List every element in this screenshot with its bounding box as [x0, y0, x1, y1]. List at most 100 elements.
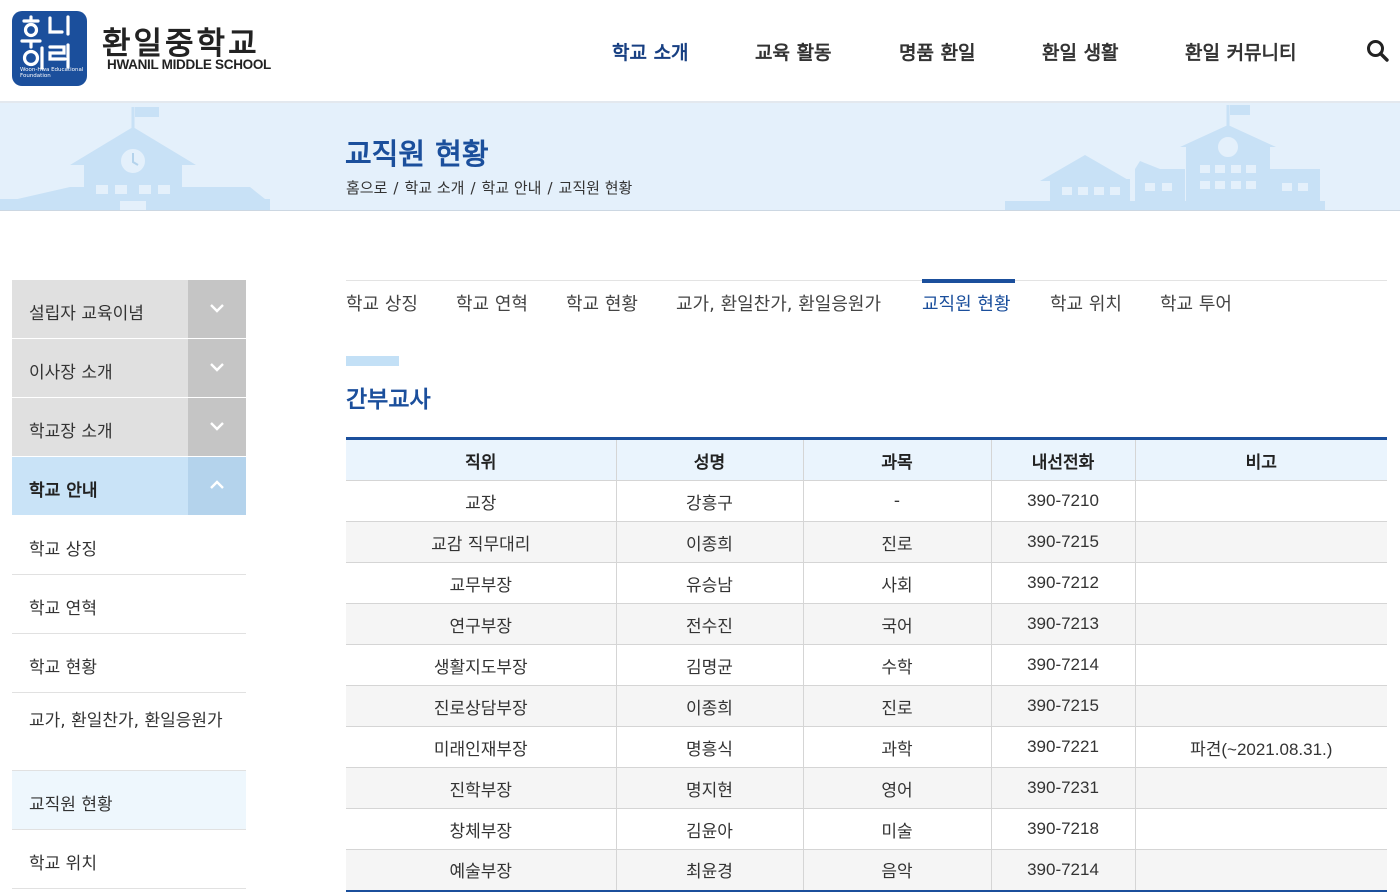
sidebar-sub-songs[interactable]: 교가, 환일찬가, 환일응원가 [12, 693, 246, 771]
breadcrumb-item[interactable]: 학교 소개 [404, 179, 464, 197]
sidebar-item-label: 학교 상징 [29, 540, 97, 560]
sidebar-sub-location[interactable]: 학교 위치 [12, 830, 246, 889]
position-cell: 교장 [346, 480, 617, 522]
note-cell [1134, 480, 1387, 522]
town-illustration [1005, 105, 1325, 210]
name-cell: 유승남 [615, 562, 804, 604]
sidebar-item-label: 학교장 소개 [29, 422, 113, 442]
sidebar-sub-symbol[interactable]: 학교 상징 [12, 516, 246, 575]
tab-location[interactable]: 학교 위치 [1050, 290, 1122, 316]
note-cell [1134, 521, 1387, 563]
breadcrumb-item[interactable]: 학교 안내 [482, 179, 542, 197]
nav-item-education[interactable]: 교육 활동 [755, 38, 832, 65]
sidebar-item-label: 학교 안내 [29, 481, 98, 501]
table-row: 창체부장 김윤아 미술 390-7218 [346, 808, 1387, 850]
table-row: 미래인재부장 명흥식 과학 390-7221 파견(~2021.08.31.) [346, 726, 1387, 768]
subject-cell: 진로 [802, 685, 992, 727]
sidebar-sub-status[interactable]: 학교 현황 [12, 634, 246, 693]
name-cell: 명흥식 [615, 726, 804, 768]
name-cell: 이종희 [615, 685, 804, 727]
phone-cell: 390-7213 [990, 603, 1136, 645]
active-tab-indicator [922, 279, 1015, 283]
subject-cell: 국어 [802, 603, 992, 645]
section-title: 간부교사 [346, 387, 431, 413]
note-cell [1134, 849, 1387, 892]
note-cell: 파견(~2021.08.31.) [1134, 726, 1387, 768]
tab-status[interactable]: 학교 현황 [566, 290, 638, 316]
note-cell [1134, 562, 1387, 604]
search-button[interactable] [1365, 38, 1391, 64]
sidebar-sub-staff[interactable]: 교직원 현황 [12, 771, 246, 830]
sidebar-item-founder[interactable]: 설립자 교육이념 [12, 280, 246, 339]
content-tabs: 학교 상징 학교 연혁 학교 현황 교가, 환일찬가, 환일응원가 교직원 현황… [346, 279, 1387, 330]
expand-button[interactable] [188, 280, 246, 338]
table-row: 진학부장 명지현 영어 390-7231 [346, 767, 1387, 809]
table-row: 예술부장 최윤경 음악 390-7214 [346, 849, 1387, 892]
note-cell [1134, 808, 1387, 850]
subject-cell: 진로 [802, 521, 992, 563]
sidebar-item-principal[interactable]: 학교장 소개 [12, 398, 246, 457]
school-logo[interactable]: Woon-Hwa Educational Foundation [12, 11, 87, 86]
subject-cell: 미술 [802, 808, 992, 850]
school-building-illustration [0, 107, 270, 210]
sidebar-sub-history[interactable]: 학교 연혁 [12, 575, 246, 634]
breadcrumb-current: 교직원 현황 [558, 179, 633, 197]
nav-item-premium[interactable]: 명품 환일 [899, 38, 976, 65]
name-cell: 명지현 [615, 767, 804, 809]
staff-table: 직위 성명 과목 내선전화 비고 교장 강흥구 - 390-7210 교감 직무… [346, 437, 1387, 892]
phone-cell: 390-7218 [990, 808, 1136, 850]
phone-cell: 390-7214 [990, 849, 1136, 892]
expand-button[interactable] [188, 398, 246, 456]
sidebar-item-label: 교직원 현황 [29, 795, 113, 815]
phone-cell: 390-7215 [990, 685, 1136, 727]
search-icon [1367, 40, 1389, 62]
name-cell: 최윤경 [615, 849, 804, 892]
subject-cell: 영어 [802, 767, 992, 809]
breadcrumb-home[interactable]: 홈으로 [346, 179, 387, 197]
chevron-up-icon [210, 480, 224, 489]
column-header: 성명 [615, 438, 804, 481]
position-cell: 진로상담부장 [346, 685, 617, 727]
position-cell: 창체부장 [346, 808, 617, 850]
table-header-row: 직위 성명 과목 내선전화 비고 [346, 438, 1387, 481]
note-cell [1134, 767, 1387, 809]
chevron-down-icon [210, 363, 224, 372]
column-header: 내선전화 [990, 438, 1136, 481]
logo-subtitle: Woon-Hwa Educational Foundation [20, 67, 84, 79]
tab-tour[interactable]: 학교 투어 [1160, 290, 1232, 316]
school-name-en[interactable]: HWANIL MIDDLE SCHOOL [107, 57, 271, 72]
table-row: 교장 강흥구 - 390-7210 [346, 480, 1387, 522]
sidebar-item-label: 이사장 소개 [29, 363, 113, 383]
tab-staff[interactable]: 교직원 현황 [922, 290, 1011, 316]
page-title: 교직원 현황 [345, 137, 489, 171]
column-header: 과목 [802, 438, 992, 481]
phone-cell: 390-7214 [990, 644, 1136, 686]
page-banner: 교직원 현황 홈으로 / 학교 소개 / 학교 안내 / 교직원 현황 [0, 103, 1400, 211]
note-cell [1134, 644, 1387, 686]
nav-item-life[interactable]: 환일 생활 [1042, 38, 1119, 65]
sidebar-item-chairman[interactable]: 이사장 소개 [12, 339, 246, 398]
subject-cell: - [802, 480, 992, 522]
sidebar-item-school-guide[interactable]: 학교 안내 [12, 457, 246, 516]
table-row: 진로상담부장 이종희 진로 390-7215 [346, 685, 1387, 727]
tab-songs[interactable]: 교가, 환일찬가, 환일응원가 [676, 290, 881, 316]
name-cell: 전수진 [615, 603, 804, 645]
chevron-down-icon [210, 422, 224, 431]
sidebar-menu: 설립자 교육이념 이사장 소개 학교장 소개 학교 안내 학교 상징 학교 연혁… [12, 280, 246, 889]
position-cell: 진학부장 [346, 767, 617, 809]
collapse-button[interactable] [188, 457, 246, 515]
phone-cell: 390-7221 [990, 726, 1136, 768]
phone-cell: 390-7231 [990, 767, 1136, 809]
phone-cell: 390-7210 [990, 480, 1136, 522]
tab-symbol[interactable]: 학교 상징 [346, 290, 418, 316]
chevron-down-icon [210, 304, 224, 313]
table-row: 교감 직무대리 이종희 진로 390-7215 [346, 521, 1387, 563]
tab-history[interactable]: 학교 연혁 [456, 290, 528, 316]
phone-cell: 390-7212 [990, 562, 1136, 604]
nav-item-community[interactable]: 환일 커뮤니티 [1185, 38, 1297, 65]
table-row: 연구부장 전수진 국어 390-7213 [346, 603, 1387, 645]
position-cell: 생활지도부장 [346, 644, 617, 686]
subject-cell: 과학 [802, 726, 992, 768]
nav-item-intro[interactable]: 학교 소개 [612, 38, 689, 65]
expand-button[interactable] [188, 339, 246, 397]
